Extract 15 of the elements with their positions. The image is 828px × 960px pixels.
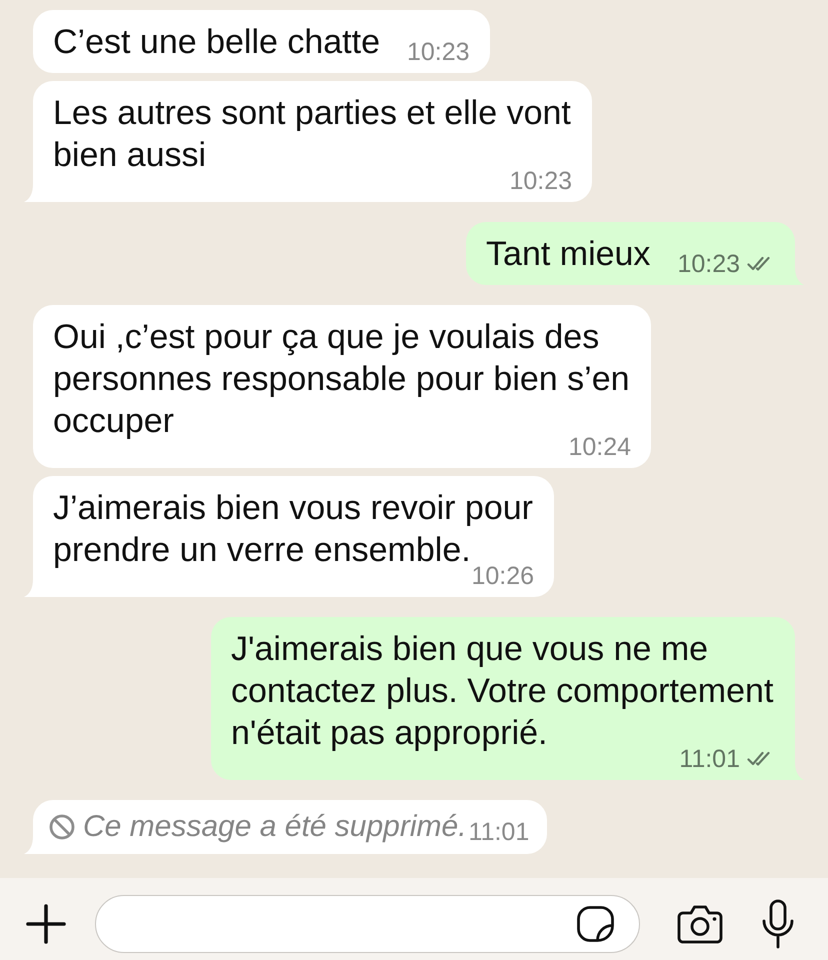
message-time: 10:24	[568, 436, 631, 458]
deleted-message-text: Ce message a été supprimé.	[83, 809, 467, 845]
plus-icon[interactable]	[25, 903, 67, 945]
message-time: 10:23	[677, 253, 740, 275]
sticker-icon[interactable]	[577, 905, 615, 943]
message-time: 11:01	[679, 748, 740, 770]
message-time: 10:23	[406, 41, 470, 63]
message-time: 10:26	[471, 565, 534, 587]
microphone-icon[interactable]	[760, 899, 796, 949]
message-text: C’est une belle chatte	[53, 22, 380, 63]
prohibited-icon	[49, 814, 75, 840]
message-time: 11:01	[468, 821, 530, 843]
message-text: Tant mieux	[486, 234, 650, 275]
message-time: 10:23	[509, 170, 572, 192]
camera-icon[interactable]	[676, 904, 724, 944]
